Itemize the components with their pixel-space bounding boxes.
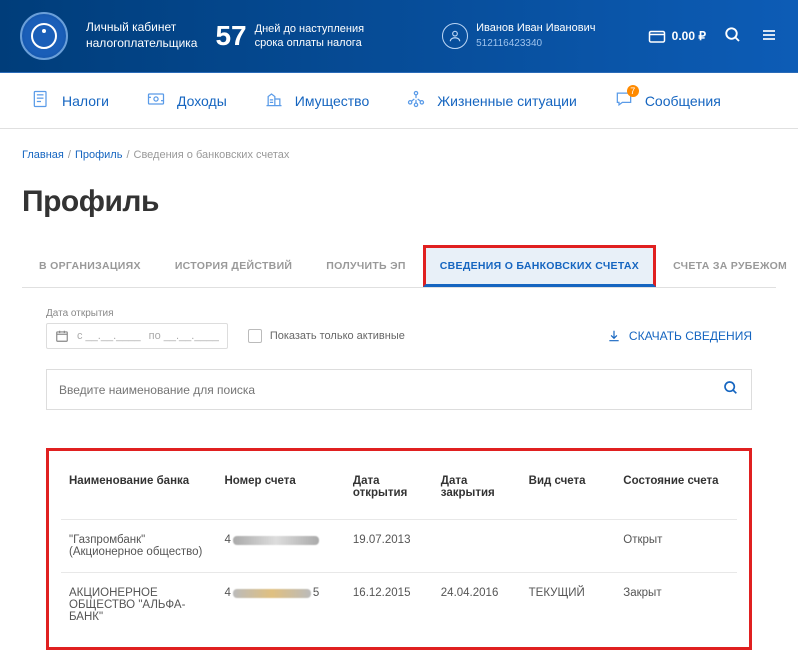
countdown-number: 57	[215, 20, 246, 52]
accounts-table-wrap: Наименование банка Номер счета Дата откр…	[46, 448, 752, 650]
cabinet-line1: Личный кабинет	[86, 20, 197, 36]
table-row: АКЦИОНЕРНОЕ ОБЩЕСТВО "АЛЬФА-БАНК" 45 16.…	[61, 573, 737, 638]
cell-open: 16.12.2015	[345, 573, 433, 638]
active-only-toggle[interactable]: Показать только активные	[248, 329, 405, 349]
user-icon	[442, 23, 468, 49]
nav-income[interactable]: Доходы	[127, 73, 245, 128]
filters-row: Дата открытия с __.__.____ по __.__.____…	[22, 302, 776, 363]
cell-status: Закрыт	[615, 573, 737, 638]
taxes-icon	[30, 89, 52, 112]
date-filter: Дата открытия с __.__.____ по __.__.____	[46, 308, 228, 349]
download-icon	[607, 329, 621, 343]
income-icon	[145, 89, 167, 112]
countdown-label: Дней до наступления срока оплаты налога	[255, 22, 364, 51]
cell-account: 45	[216, 573, 344, 638]
main-nav: Налоги Доходы Имущество Жизненные ситуац…	[0, 73, 798, 129]
search-button[interactable]	[724, 26, 742, 47]
th-status: Состояние счета	[615, 465, 737, 520]
tab-abroad[interactable]: СЧЕТА ЗА РУБЕЖОМ	[656, 245, 798, 287]
th-close: Дата закрытия	[433, 465, 521, 520]
nav-situations-label: Жизненные ситуации	[437, 93, 577, 109]
balance-display[interactable]: 0.00 ₽	[648, 29, 706, 43]
search-icon	[724, 26, 742, 44]
acct-prefix: 4	[224, 534, 230, 546]
breadcrumb-current: Сведения о банковских счетах	[134, 149, 290, 161]
th-open: Дата открытия	[345, 465, 433, 520]
cabinet-line2: налогоплательщика	[86, 36, 197, 52]
nav-property-label: Имущество	[295, 93, 369, 109]
nav-messages[interactable]: 7 Сообщения	[595, 73, 739, 128]
cell-open: 19.07.2013	[345, 520, 433, 573]
cell-bank: "Газпромбанк" (Акционерное общество)	[61, 520, 216, 573]
user-id: 512116423340	[476, 37, 595, 51]
cell-bank: АКЦИОНЕРНОЕ ОБЩЕСТВО "АЛЬФА-БАНК"	[61, 573, 216, 638]
countdown-line1: Дней до наступления	[255, 22, 364, 36]
cell-close	[433, 520, 521, 573]
breadcrumb-home[interactable]: Главная	[22, 149, 64, 161]
cell-type: ТЕКУЩИЙ	[521, 573, 616, 638]
active-only-label: Показать только активные	[270, 330, 405, 342]
hamburger-icon	[760, 27, 778, 43]
search-box	[46, 369, 752, 410]
nav-taxes[interactable]: Налоги	[12, 73, 127, 128]
calendar-icon	[55, 329, 69, 343]
nav-property[interactable]: Имущество	[245, 73, 387, 128]
download-label: СКАЧАТЬ СВЕДЕНИЯ	[629, 329, 752, 343]
redacted-icon	[233, 589, 311, 598]
accounts-table: Наименование банка Номер счета Дата откр…	[61, 465, 737, 637]
nav-taxes-label: Налоги	[62, 93, 109, 109]
countdown-line2: срока оплаты налога	[255, 36, 364, 50]
search-input[interactable]	[59, 383, 723, 397]
download-link[interactable]: СКАЧАТЬ СВЕДЕНИЯ	[607, 329, 752, 349]
messages-icon: 7	[613, 89, 635, 112]
table-row: "Газпромбанк" (Акционерное общество) 4 1…	[61, 520, 737, 573]
checkbox-icon	[248, 329, 262, 343]
tab-get-ep[interactable]: ПОЛУЧИТЬ ЭП	[309, 245, 422, 287]
nav-situations[interactable]: Жизненные ситуации	[387, 73, 595, 128]
date-filter-label: Дата открытия	[46, 308, 228, 319]
menu-button[interactable]	[760, 27, 778, 46]
date-range-input[interactable]: с __.__.____ по __.__.____	[46, 323, 228, 349]
th-account: Номер счета	[216, 465, 344, 520]
search-submit[interactable]	[723, 380, 739, 399]
wallet-icon	[648, 29, 666, 43]
breadcrumb-profile[interactable]: Профиль	[75, 149, 123, 161]
nav-income-label: Доходы	[177, 93, 227, 109]
cell-close: 24.04.2016	[433, 573, 521, 638]
situations-icon	[405, 89, 427, 112]
cell-type	[521, 520, 616, 573]
tab-bank-accounts[interactable]: СВЕДЕНИЯ О БАНКОВСКИХ СЧЕТАХ	[423, 245, 656, 287]
user-block[interactable]: Иванов Иван Иванович 512116423340	[442, 21, 595, 50]
cell-account: 4	[216, 520, 344, 573]
search-icon	[723, 380, 739, 396]
redacted-icon	[233, 536, 319, 545]
acct-suffix: 5	[313, 587, 319, 599]
cell-status: Открыт	[615, 520, 737, 573]
tab-history[interactable]: ИСТОРИЯ ДЕЙСТВИЙ	[158, 245, 309, 287]
th-bank: Наименование банка	[61, 465, 216, 520]
top-header: Личный кабинет налогоплательщика 57 Дней…	[0, 0, 798, 73]
property-icon	[263, 89, 285, 112]
tab-organizations[interactable]: В ОРГАНИЗАЦИЯХ	[22, 245, 158, 287]
nav-messages-label: Сообщения	[645, 93, 721, 109]
tax-countdown: 57 Дней до наступления срока оплаты нало…	[215, 20, 364, 52]
page-title: Профиль	[22, 185, 776, 219]
breadcrumb: Главная/Профиль/Сведения о банковских сч…	[22, 149, 776, 161]
user-info: Иванов Иван Иванович 512116423340	[476, 21, 595, 50]
balance-amount: 0.00 ₽	[672, 29, 706, 43]
user-name: Иванов Иван Иванович	[476, 21, 595, 36]
cabinet-title: Личный кабинет налогоплательщика	[86, 20, 197, 51]
profile-tabs: В ОРГАНИЗАЦИЯХ ИСТОРИЯ ДЕЙСТВИЙ ПОЛУЧИТЬ…	[22, 245, 776, 288]
acct-prefix: 4	[224, 587, 230, 599]
fns-logo	[20, 12, 68, 60]
date-to: по __.__.____	[149, 330, 219, 342]
date-from: с __.__.____	[77, 330, 141, 342]
messages-badge: 7	[627, 85, 639, 97]
th-type: Вид счета	[521, 465, 616, 520]
